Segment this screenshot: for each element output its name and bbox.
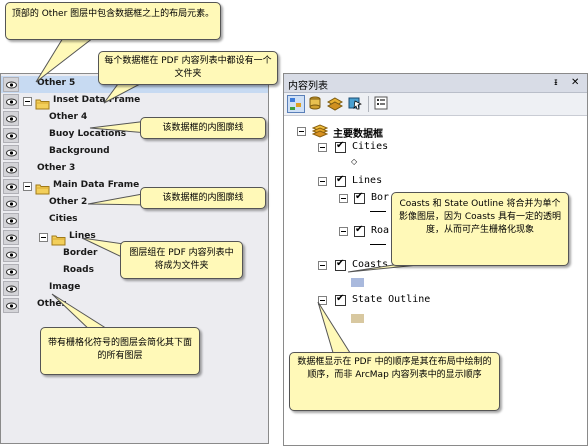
callout-coasts-merge: Coasts 和 State Outline 将合并为单个影像图层，因为 Coa… bbox=[391, 192, 569, 266]
callout-inset-outline: 该数据框的内图廓线 bbox=[140, 117, 266, 139]
arrow-order bbox=[317, 301, 353, 357]
callout-folder-each: 每个数据框在 PDF 内容列表中都设有一个文件夹 bbox=[98, 51, 278, 85]
arrow-folder-each bbox=[103, 83, 141, 104]
callout-main-outline: 该数据框的内图廓线 bbox=[140, 187, 266, 209]
callout-rasterize: 带有栅格化符号的图层会简化其下面的所有图层 bbox=[40, 327, 200, 375]
callout-group-folder: 图层组在 PDF 内容列表中将成为文件夹 bbox=[120, 241, 243, 279]
arrow-main-outline bbox=[87, 192, 149, 206]
arrow-top bbox=[35, 37, 95, 83]
arrow-group-folder bbox=[81, 237, 125, 259]
callout-top-other: 顶部的 Other 图层中包含数据框之上的布局元素。 bbox=[5, 2, 221, 40]
callout-display-order: 数据框显示在 PDF 中的顺序是其在布局中绘制的顺序，而非 ArcMap 内容列… bbox=[289, 352, 500, 411]
